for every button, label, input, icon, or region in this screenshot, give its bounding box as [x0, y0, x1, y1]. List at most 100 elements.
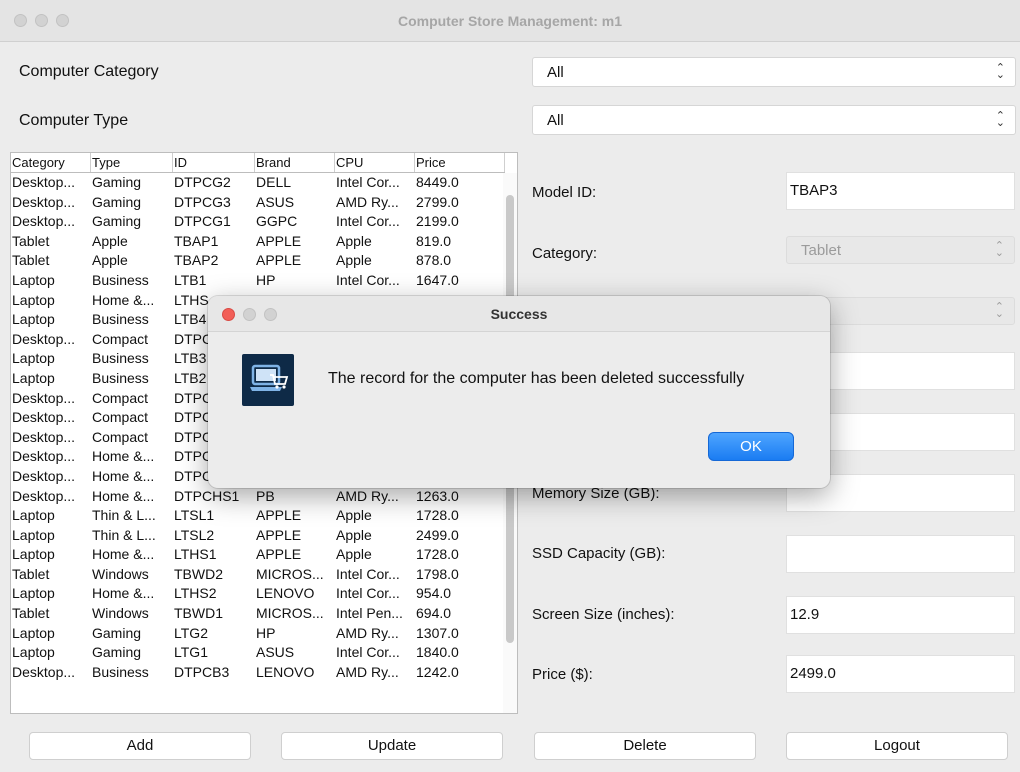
table-cell: Thin & L... — [92, 526, 156, 543]
price-field[interactable]: 2499.0 — [786, 655, 1015, 693]
model-id-field[interactable]: TBAP3 — [786, 172, 1015, 210]
table-row[interactable]: Tablet Apple TBAP1 APPLE Apple 819.0 — [11, 232, 505, 252]
table-cell: Thin & L... — [92, 507, 156, 524]
table-cell: DELL — [256, 174, 292, 190]
table-cell: Desktop... — [12, 467, 76, 484]
table-cell: Intel Cor... — [336, 213, 400, 230]
table-cell: AMD Ry... — [336, 663, 399, 680]
table-cell: GGPC — [256, 213, 298, 230]
table-cell: Home &... — [92, 467, 155, 484]
table-cell: Laptop — [12, 311, 55, 328]
table-cell: Intel Cor... — [336, 271, 400, 288]
chevron-up-down-icon: ⌃ ⌄ — [995, 110, 1005, 129]
model-id-label: Model ID: — [532, 184, 597, 201]
dialog-title: Success — [490, 306, 548, 322]
ok-button[interactable]: OK — [708, 432, 794, 461]
delete-button[interactable]: Delete — [534, 732, 756, 760]
table-cell: APPLE — [256, 507, 302, 524]
table-cell: AMD Ry... — [336, 487, 399, 504]
table-header: Category Type ID Brand CPU Price — [11, 153, 505, 173]
dialog-message: The record for the computer has been del… — [328, 370, 745, 387]
table-cell: Intel Cor... — [336, 565, 400, 582]
table-cell: Business — [92, 271, 149, 288]
table-row[interactable]: Desktop... Gaming DTPCG3 ASUS AMD Ry... 2799.… — [11, 193, 505, 213]
table-row[interactable]: Tablet Windows TBWD1 MICROS... Intel Pen... 6… — [11, 604, 505, 624]
table-cell: Tablet — [12, 565, 50, 582]
table-cell: DTPCG1 — [174, 213, 231, 230]
screen-size-field[interactable]: 12.9 — [786, 596, 1015, 634]
table-row[interactable]: Desktop... Gaming DTPCG1 GGPC Intel Cor... 21… — [11, 212, 505, 232]
column-header-category[interactable]: Category — [11, 153, 91, 172]
table-cell: Gaming — [92, 174, 142, 190]
table-cell: PB — [256, 487, 275, 504]
category-select[interactable]: Tablet ⌃ ⌄ — [786, 236, 1015, 264]
table-cell: Desktop... — [12, 428, 76, 445]
table-cell: Desktop... — [12, 213, 76, 230]
table-cell: Gaming — [92, 213, 142, 230]
table-cell: ASUS — [256, 193, 295, 210]
column-header-brand[interactable]: Brand — [255, 153, 335, 172]
table-cell: 1728.0 — [416, 546, 459, 563]
table-cell: Compact — [92, 389, 149, 406]
table-row[interactable]: Laptop Thin & L... LTSL2 APPLE Apple 2499.0 — [11, 526, 505, 546]
table-row[interactable]: Laptop Home &... LTHS1 APPLE Apple 1728.0 — [11, 545, 505, 565]
table-cell: 2199.0 — [416, 213, 459, 230]
chevron-up-down-icon: ⌃ ⌄ — [994, 240, 1004, 259]
table-cell: Laptop — [12, 585, 55, 602]
table-cell: LTHS2 — [174, 585, 217, 602]
table-cell: 878.0 — [416, 252, 452, 269]
table-cell: 1728.0 — [416, 507, 459, 524]
table-cell: Windows — [92, 605, 149, 622]
table-cell: 819.0 — [416, 232, 452, 249]
update-button[interactable]: Update — [281, 732, 503, 760]
table-cell: Laptop — [12, 507, 55, 524]
table-cell: LTSL1 — [174, 507, 215, 524]
table-row[interactable]: Laptop Thin & L... LTSL1 APPLE Apple 1728.0 — [11, 506, 505, 526]
table-cell: Compact — [92, 428, 149, 445]
table-cell: Tablet — [12, 252, 50, 269]
table-row[interactable]: Desktop... Business DTPCB3 LENOVO AMD Ry... 1… — [11, 663, 505, 683]
add-button[interactable]: Add — [29, 732, 251, 760]
column-header-type[interactable]: Type — [91, 153, 173, 172]
table-cell: 1307.0 — [416, 624, 459, 641]
table-cell: Apple — [336, 507, 372, 524]
table-cell: APPLE — [256, 526, 302, 543]
logout-button[interactable]: Logout — [786, 732, 1008, 760]
table-row[interactable]: Laptop Gaming LTG1 ASUS Intel Cor... 1840.0 — [11, 643, 505, 663]
table-cell: LENOVO — [256, 663, 315, 680]
table-cell: Gaming — [92, 644, 142, 661]
category-value: Tablet — [801, 241, 842, 259]
table-cell: Business — [92, 311, 149, 328]
table-cell: Compact — [92, 330, 149, 347]
table-cell: LTHS1 — [174, 546, 217, 563]
ssd-capacity-field[interactable] — [786, 535, 1015, 573]
table-cell: Home &... — [92, 546, 155, 563]
table-cell: MICROS... — [256, 605, 324, 622]
table-cell: 694.0 — [416, 605, 452, 622]
computer-category-select[interactable]: All ⌃ ⌄ — [532, 57, 1016, 87]
table-row[interactable]: Laptop Business LTB1 HP Intel Cor... 1647.0 — [11, 271, 505, 291]
column-header-cpu[interactable]: CPU — [335, 153, 415, 172]
table-row[interactable]: Desktop... Home &... DTPCHS1 PB AMD Ry... 126… — [11, 487, 505, 507]
table-row[interactable]: Laptop Gaming LTG2 HP AMD Ry... 1307.0 — [11, 624, 505, 644]
column-header-id[interactable]: ID — [173, 153, 255, 172]
table-cell: Business — [92, 369, 149, 386]
table-row[interactable]: Desktop... Gaming DTPCG2 DELL Intel Cor... 84… — [11, 173, 505, 193]
success-dialog: Success The record for the computer has … — [208, 296, 830, 488]
table-cell: Apple — [336, 526, 372, 543]
table-cell: 954.0 — [416, 585, 452, 602]
table-cell: Intel Cor... — [336, 174, 400, 190]
column-header-price[interactable]: Price — [415, 153, 505, 172]
table-cell: HP — [256, 271, 276, 288]
computer-cart-icon — [242, 354, 294, 406]
table-row[interactable]: Tablet Apple TBAP2 APPLE Apple 878.0 — [11, 251, 505, 271]
table-cell: Intel Cor... — [336, 644, 400, 661]
table-cell: ASUS — [256, 644, 295, 661]
table-row[interactable]: Tablet Windows TBWD2 MICROS... Intel Cor... 1… — [11, 565, 505, 585]
table-cell: Desktop... — [12, 330, 76, 347]
table-cell: 8449.0 — [416, 174, 459, 190]
table-row[interactable]: Laptop Home &... LTHS2 LENOVO Intel Cor... 95… — [11, 584, 505, 604]
chevron-up-down-icon: ⌃ ⌄ — [995, 62, 1005, 81]
computer-type-select[interactable]: All ⌃ ⌄ — [532, 105, 1016, 135]
table-cell: 1242.0 — [416, 663, 459, 680]
